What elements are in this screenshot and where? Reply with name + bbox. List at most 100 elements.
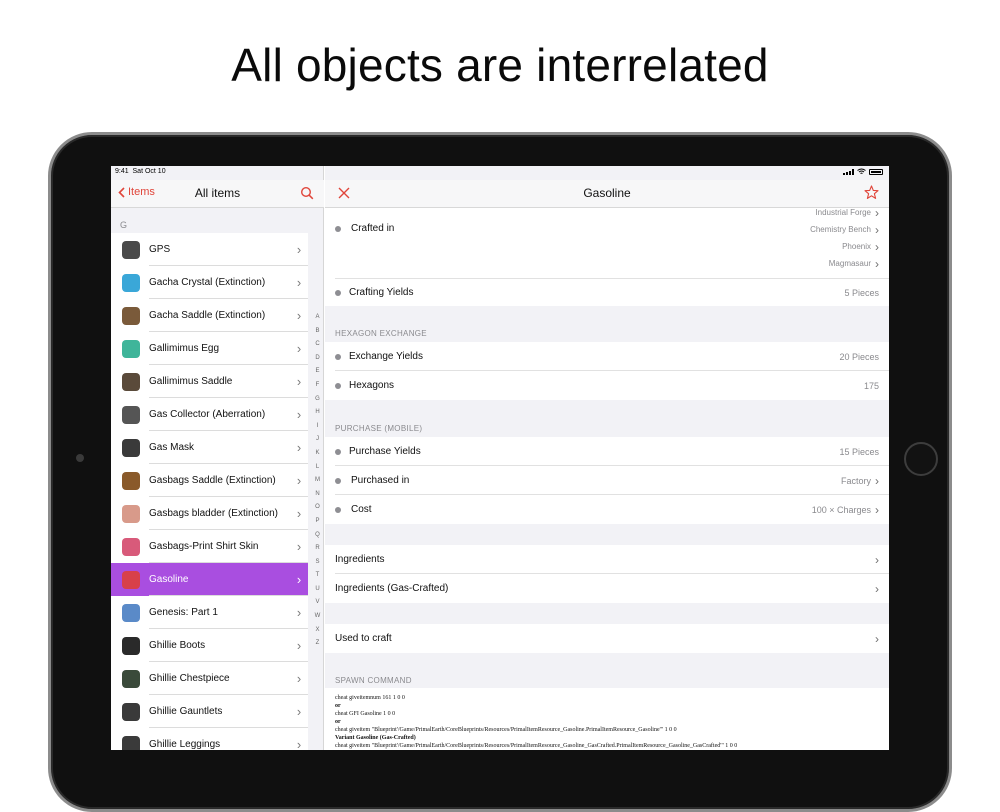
list-item[interactable]: Gasbags bladder (Extinction) › [111, 497, 308, 530]
chevron-right-icon: › [875, 205, 879, 220]
index-letter[interactable]: R [315, 542, 319, 556]
list-item[interactable]: Ghillie Chestpiece › [111, 662, 308, 695]
spawn-line: or [335, 719, 341, 725]
index-letter[interactable]: L [316, 461, 319, 475]
alphabet-index[interactable]: ABCDEFGHIJKLMNOPQRSTUVWXZ [311, 311, 324, 651]
chevron-right-icon: › [296, 638, 302, 653]
list-item[interactable]: Gasbags Saddle (Extinction) › [111, 464, 308, 497]
index-letter[interactable]: G [315, 393, 320, 407]
chevron-right-icon: › [296, 704, 302, 719]
index-letter[interactable]: F [316, 379, 320, 393]
index-letter[interactable]: O [315, 501, 320, 515]
index-letter[interactable]: J [316, 433, 319, 447]
hexagon-group: Exchange Yields 20 Pieces Hexagons 175 [325, 342, 889, 400]
index-letter[interactable]: H [315, 406, 319, 420]
status-time: 9:41 [115, 168, 129, 175]
wifi-icon [857, 168, 866, 174]
purchased-in-row[interactable]: Purchased in Factory › [325, 466, 889, 495]
index-letter[interactable]: M [315, 474, 320, 488]
index-letter[interactable]: I [317, 420, 319, 434]
list-item[interactable]: Gallimimus Egg › [111, 332, 308, 365]
item-thumbnail-icon [122, 240, 140, 259]
crafted-in-row: Crafted in [325, 214, 565, 242]
list-item[interactable]: Genesis: Part 1 › [111, 596, 308, 629]
index-letter[interactable]: N [315, 488, 319, 502]
list-title: All items [194, 186, 241, 200]
spawn-command-header: SPAWN COMMAND [335, 676, 412, 685]
home-button[interactable] [904, 442, 938, 476]
chevron-right-icon: › [875, 581, 879, 596]
signal-icon [843, 168, 854, 175]
list-item[interactable]: Ghillie Leggings › [111, 728, 308, 750]
index-letter[interactable]: E [315, 365, 319, 379]
item-label: Ghillie Leggings [149, 739, 221, 750]
spawn-line: cheat GFI Gasoline 1 0 0 [335, 711, 396, 717]
headline: All objects are interrelated [231, 39, 769, 91]
list-item[interactable]: Gacha Crystal (Extinction) › [111, 266, 308, 299]
status-date: Sat Oct 10 [132, 168, 166, 175]
index-letter[interactable]: P [315, 515, 319, 529]
chevron-right-icon: › [875, 631, 879, 646]
bullet-icon [335, 478, 341, 484]
item-label: Gasbags Saddle (Extinction) [149, 475, 276, 486]
chevron-right-icon: › [875, 502, 879, 517]
ingredients-gas-crafted-row[interactable]: Ingredients (Gas-Crafted) › [325, 574, 889, 603]
list-item[interactable]: Gallimimus Saddle › [111, 365, 308, 398]
item-label: Gas Mask [149, 442, 195, 453]
index-letter[interactable]: A [315, 311, 319, 325]
chevron-right-icon: › [296, 308, 302, 323]
crafted-in-item[interactable]: Magmasaur › [829, 255, 879, 272]
index-letter[interactable]: Z [316, 637, 320, 651]
item-thumbnail-icon [122, 471, 140, 490]
list-item[interactable]: Gasbags-Print Shirt Skin › [111, 530, 308, 563]
list-item[interactable]: Ghillie Boots › [111, 629, 308, 662]
item-thumbnail-icon [122, 636, 140, 655]
chevron-right-icon: › [875, 473, 879, 488]
crafted-in-item[interactable]: Industrial Forge › [815, 204, 879, 221]
star-icon[interactable] [864, 185, 879, 200]
item-thumbnail-icon [122, 372, 140, 391]
detail-title: Gasoline [583, 186, 631, 200]
hexagons-row: Hexagons 175 [325, 371, 889, 400]
spawn-line: cheat giveitem "Blueprint'/Game/PrimalEa… [335, 727, 677, 733]
index-letter[interactable]: T [316, 569, 320, 583]
ingredients-row[interactable]: Ingredients › [325, 545, 889, 574]
chevron-right-icon: › [296, 506, 302, 521]
list-item[interactable]: Gasoline › [111, 563, 308, 596]
index-letter[interactable]: X [315, 624, 319, 638]
used-to-craft-row[interactable]: Used to craft › [325, 624, 889, 653]
crafted-in-list: Industrial Forge › Chemistry Bench › Phoen… [810, 204, 879, 272]
index-letter[interactable]: U [315, 583, 319, 597]
list-item[interactable]: Gas Collector (Aberration) › [111, 398, 308, 431]
crafted-in-item[interactable]: Chemistry Bench › [810, 221, 879, 238]
index-letter[interactable]: S [315, 556, 319, 570]
list-item[interactable]: Ghillie Gauntlets › [111, 695, 308, 728]
chevron-right-icon: › [296, 374, 302, 389]
chevron-right-icon: › [875, 256, 879, 271]
index-letter[interactable]: D [315, 352, 319, 366]
spawn-command-text: cheat giveitemnum 161 1 0 0 or cheat GFI… [325, 688, 889, 750]
list-item[interactable]: Gas Mask › [111, 431, 308, 464]
chevron-right-icon: › [296, 572, 302, 587]
search-icon[interactable] [300, 186, 314, 200]
detail-pane: Gasoline Industrial Forge › Chemistry Ben… [325, 166, 889, 750]
index-letter[interactable]: V [315, 596, 319, 610]
list-item[interactable]: Gacha Saddle (Extinction) › [111, 299, 308, 332]
index-letter[interactable]: K [315, 447, 319, 461]
bullet-icon [335, 507, 341, 513]
index-letter[interactable]: C [315, 338, 319, 352]
index-letter[interactable]: Q [315, 529, 320, 543]
index-letter[interactable]: W [315, 610, 321, 624]
chevron-right-icon: › [875, 222, 879, 237]
chevron-right-icon: › [296, 242, 302, 257]
list-item[interactable]: GPS › [111, 233, 308, 266]
front-camera [76, 454, 84, 462]
cost-row[interactable]: Cost 100 × Charges › [325, 495, 889, 524]
crafting-group: Industrial Forge › Chemistry Bench › Phoen… [325, 206, 889, 306]
item-thumbnail-icon [122, 504, 140, 523]
chevron-right-icon: › [296, 341, 302, 356]
crafted-in-item[interactable]: Phoenix › [842, 238, 879, 255]
item-label: Gallimimus Saddle [149, 376, 233, 387]
index-letter[interactable]: B [315, 325, 319, 339]
item-thumbnail-icon [122, 702, 140, 721]
